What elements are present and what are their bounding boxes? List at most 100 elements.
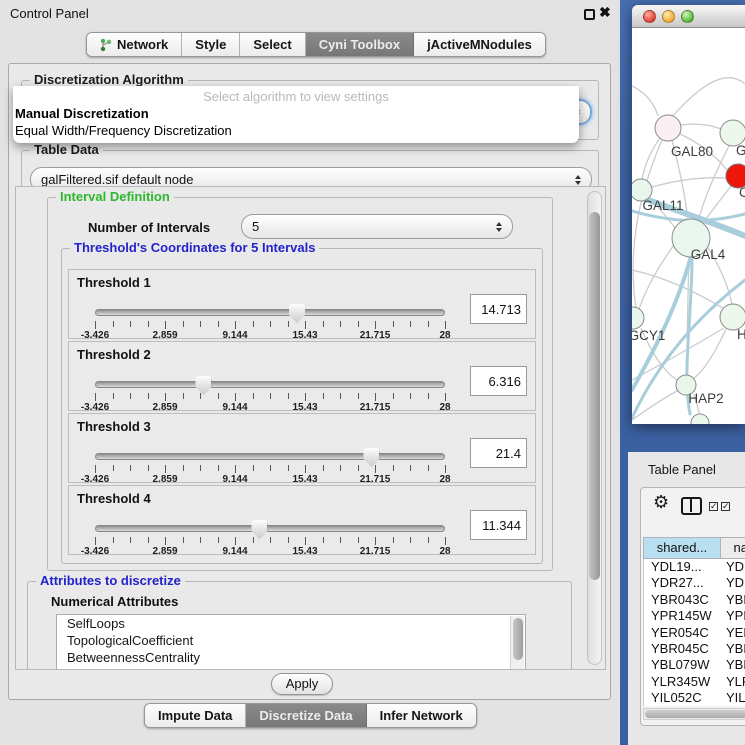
tick-mark (358, 393, 359, 399)
slider-thumb[interactable] (289, 304, 305, 323)
slider-thumb[interactable] (363, 448, 379, 467)
scrollbar-thumb[interactable] (645, 710, 745, 718)
threshold-row: Threshold 1 -3.4262.8599.14415.4321.7152… (68, 269, 536, 339)
list-item[interactable]: BetweennessCentrality (57, 649, 525, 666)
table-row[interactable]: YER054CYER0 (644, 625, 745, 641)
table-panel-body: ⚙ ✓ ✓ shared... na YDL19...YDL1YDR27...Y… (640, 487, 745, 726)
tick-label: -3.426 (81, 474, 109, 485)
horizontal-scrollbar[interactable] (643, 708, 745, 720)
slider-thumb[interactable] (251, 520, 267, 539)
node-label: G (736, 143, 745, 158)
vertical-scrollbar[interactable] (587, 191, 602, 665)
tick-mark (323, 537, 324, 543)
tick-label: 15.43 (292, 330, 317, 341)
cell-shared-name: YDL19... (644, 559, 722, 575)
tick-mark (235, 393, 236, 401)
scrollbar-thumb[interactable] (589, 212, 600, 580)
table-row[interactable]: YPR145WYPR1 (644, 608, 745, 624)
cell-shared-name: YER054C (644, 625, 722, 641)
tick-label: 15.43 (292, 546, 317, 557)
cell-name: YPR1 (722, 608, 745, 624)
float-window-icon[interactable] (584, 9, 595, 20)
node-gal80[interactable] (655, 115, 681, 141)
table-row[interactable]: YBL079WYBL0 (644, 657, 745, 673)
settings-scroll-area: Interval Definition Number of Intervals … (15, 186, 606, 670)
tick-label: 21.715 (360, 474, 391, 485)
column-header-shared[interactable]: shared... (643, 537, 721, 559)
table-row[interactable]: YBR045CYBR0 (644, 641, 745, 657)
tick-label: 2.859 (152, 474, 177, 485)
node-label: GCY1 (632, 328, 665, 343)
table-row[interactable]: YDR27...YDR2 (644, 575, 745, 591)
threshold-value-field[interactable] (470, 366, 527, 396)
tick-mark (113, 537, 114, 543)
cell-name: YBR0 (722, 592, 745, 608)
close-traffic-light-icon[interactable] (643, 10, 656, 23)
bottom-tab-bar: Impute DataDiscretize DataInfer Network (144, 703, 477, 728)
list-item[interactable]: TopologicalCoefficient (57, 632, 525, 649)
list-item[interactable]: SelfLoops (57, 615, 525, 632)
group-label: Interval Definition (56, 189, 174, 204)
slider-track[interactable] (95, 309, 445, 316)
tab-network[interactable]: Network (87, 33, 182, 56)
tab-jactivemnodules[interactable]: jActiveMNodules (414, 33, 545, 56)
close-icon[interactable]: ✖ (599, 4, 611, 21)
tab-discretize-data[interactable]: Discretize Data (246, 704, 366, 727)
network-edge (632, 86, 658, 116)
number-of-intervals-combobox[interactable]: 5 (241, 214, 513, 239)
table-row[interactable]: YBR043CYBR0 (644, 592, 745, 608)
threshold-slider[interactable]: -3.4262.8599.14415.4321.71528 (95, 448, 445, 482)
table-row[interactable]: YDL19...YDL1 (644, 559, 745, 575)
threshold-value-field[interactable] (470, 438, 527, 468)
tick-mark (183, 393, 184, 399)
tab-infer-network[interactable]: Infer Network (367, 704, 476, 727)
cell-shared-name: YPR145W (644, 608, 722, 624)
apply-button[interactable]: Apply (271, 673, 333, 695)
table-row[interactable]: YLR345WYLR3 (644, 674, 745, 690)
checkbox-icon[interactable]: ✓ (721, 502, 730, 511)
tab-style[interactable]: Style (182, 33, 240, 56)
column-header-name[interactable]: na (721, 537, 745, 559)
slider-thumb[interactable] (195, 376, 211, 395)
dropdown-option-manual-discretization[interactable]: Manual Discretization (13, 105, 579, 122)
gear-icon[interactable]: ⚙ (653, 493, 669, 511)
tick-label: 28 (439, 546, 450, 557)
zoom-traffic-light-icon[interactable] (681, 10, 694, 23)
dropdown-option-equal-width-frequency[interactable]: Equal Width/Frequency Discretization (13, 122, 579, 139)
tab-cyni-toolbox[interactable]: Cyni Toolbox (306, 33, 414, 56)
threshold-slider[interactable]: -3.4262.8599.14415.4321.71528 (95, 304, 445, 338)
cell-shared-name: YBR045C (644, 641, 722, 657)
tab-label: Style (195, 37, 226, 52)
node-gcy1[interactable] (632, 307, 644, 329)
threshold-slider[interactable]: -3.4262.8599.14415.4321.71528 (95, 376, 445, 410)
tick-mark (445, 465, 446, 473)
table-row[interactable]: YIL052CYIL0 (644, 690, 745, 706)
tab-select[interactable]: Select (240, 33, 305, 56)
network-window-titlebar[interactable] (632, 5, 745, 28)
threshold-label: Threshold 3 (77, 419, 151, 434)
tick-mark (130, 465, 131, 471)
slider-track[interactable] (95, 453, 445, 460)
slider-track[interactable] (95, 525, 445, 532)
tick-mark (445, 537, 446, 545)
split-columns-icon[interactable] (681, 497, 702, 515)
cell-name: YIL0 (722, 690, 745, 706)
threshold-value-field[interactable] (470, 510, 527, 540)
cell-name: YDL1 (722, 559, 745, 575)
tab-impute-data[interactable]: Impute Data (145, 704, 246, 727)
threshold-slider[interactable]: -3.4262.8599.14415.4321.71528 (95, 520, 445, 554)
network-canvas[interactable]: GAL80GCGAL11GAL4GCY1HHAP2 (632, 28, 745, 424)
tick-mark (218, 321, 219, 327)
checkbox-icon[interactable]: ✓ (709, 502, 718, 511)
tick-mark (113, 321, 114, 327)
node-bottom[interactable] (691, 414, 709, 424)
tick-mark (95, 465, 96, 473)
tick-mark (428, 393, 429, 399)
slider-track[interactable] (95, 381, 445, 388)
minimize-traffic-light-icon[interactable] (662, 10, 675, 23)
list-scrollbar[interactable] (510, 616, 524, 670)
tick-label: -3.426 (81, 546, 109, 557)
tick-mark (428, 321, 429, 327)
tick-mark (375, 537, 376, 545)
threshold-value-field[interactable] (470, 294, 527, 324)
